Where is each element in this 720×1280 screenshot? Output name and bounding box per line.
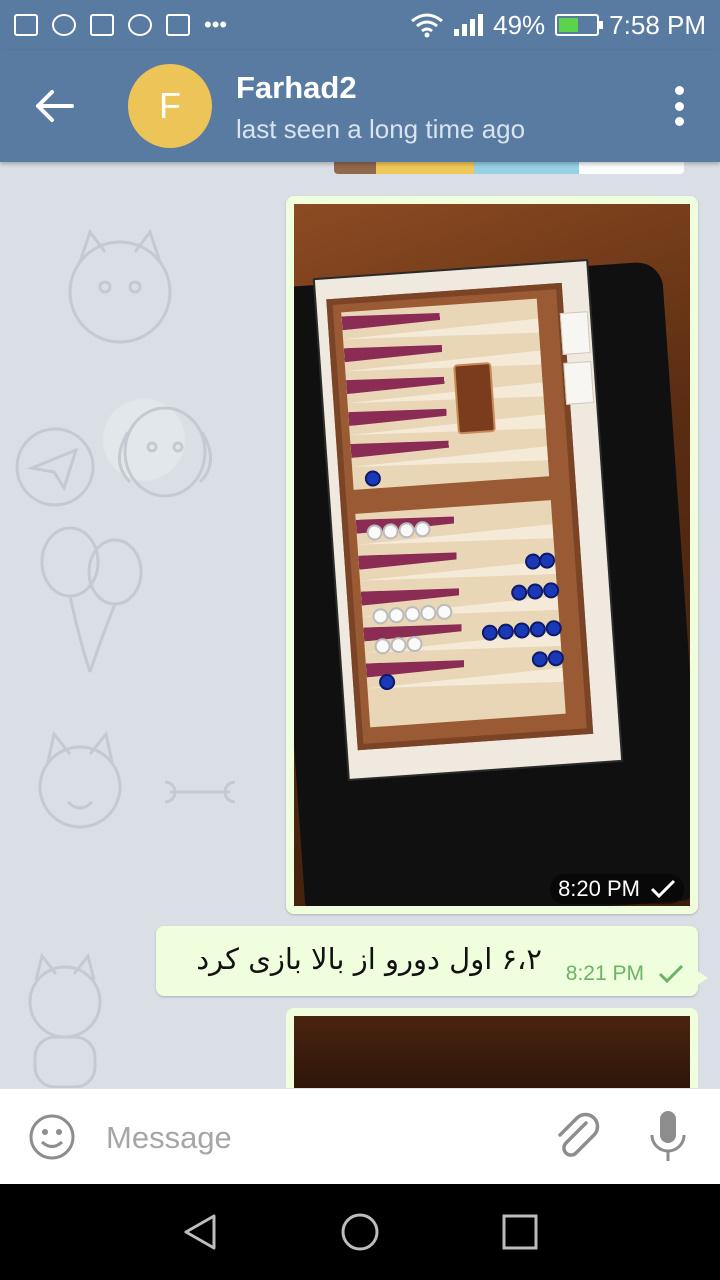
- message-meta: 8:21 PM: [566, 962, 684, 986]
- more-dots-icon: •••: [204, 12, 228, 37]
- checker-blue: [547, 649, 565, 667]
- checker-white: [382, 522, 400, 540]
- game-logo: [453, 362, 496, 435]
- board-top-half: [341, 298, 550, 490]
- message-input-bar: [0, 1088, 720, 1185]
- checker-white: [413, 520, 432, 538]
- previous-image-edge: [334, 162, 684, 174]
- message-time: 8:21 PM: [565, 962, 644, 985]
- smiley-icon: [29, 1114, 75, 1160]
- checker-blue: [364, 469, 382, 488]
- media-icon: [166, 14, 190, 36]
- paperclip-icon: [558, 1112, 600, 1157]
- message-input[interactable]: [104, 1115, 528, 1161]
- arrow-left-icon: [36, 90, 74, 122]
- text-message[interactable]: ۶،۲ اول دورو از بالا بازی کرد 8:21 PM: [156, 926, 708, 996]
- chat-header: F Farhad2 last seen a long time ago: [0, 50, 720, 162]
- nav-recents-button[interactable]: [500, 1212, 540, 1252]
- nav-back-button[interactable]: [180, 1212, 220, 1252]
- save-state-button-in-photo: [559, 311, 591, 355]
- backgammon-photo[interactable]: [294, 204, 690, 906]
- bone-doodle-icon: [164, 780, 236, 804]
- checker-blue: [526, 582, 544, 601]
- menu-dot-icon: [674, 101, 684, 111]
- contact-status: last seen a long time ago: [236, 114, 526, 144]
- gallery-icon: [14, 14, 38, 36]
- contact-name[interactable]: Farhad2: [236, 70, 357, 106]
- avatar-letter: F: [159, 85, 181, 126]
- game-screen: [314, 261, 622, 779]
- photo-timestamp: 8:20 PM: [550, 874, 684, 904]
- cat-doodle-icon: [68, 228, 172, 344]
- menu-dot-icon: [674, 86, 684, 95]
- check-icon: [658, 964, 684, 984]
- photo-thumbnail[interactable]: [294, 1016, 690, 1088]
- cat-doodle-icon: [38, 730, 122, 829]
- dog-doodle-icon: [118, 406, 212, 498]
- status-bar: ••• 49% 7:58 PM: [0, 0, 720, 50]
- photo-time: 8:20 PM: [558, 876, 640, 901]
- circle-home-icon: [341, 1213, 379, 1251]
- checker-blue: [510, 584, 528, 602]
- voice-record-button[interactable]: [646, 1109, 690, 1165]
- cat-doodle-icon: [28, 952, 102, 1088]
- emoji-button[interactable]: [28, 1113, 76, 1161]
- system-nav-bar: [0, 1184, 720, 1280]
- attach-button[interactable]: [552, 1111, 602, 1163]
- wifi-icon: [411, 13, 444, 38]
- microphone-icon: [650, 1111, 686, 1161]
- checker-white: [435, 603, 453, 621]
- signal-icon: [454, 14, 484, 36]
- photo-message[interactable]: [286, 1008, 698, 1088]
- loading-icon: [128, 14, 152, 36]
- paper-plane-doodle-icon: [15, 427, 95, 507]
- load-test-button-in-photo: [563, 361, 595, 405]
- nav-home-button[interactable]: [340, 1212, 380, 1252]
- sync-icon: [52, 14, 76, 36]
- checker-white: [419, 604, 437, 622]
- checker-blue: [378, 673, 396, 691]
- board-bottom-half: [355, 500, 566, 728]
- checker-blue: [531, 650, 549, 668]
- checker-white: [366, 524, 384, 542]
- battery-percent: 49%: [493, 9, 546, 40]
- more-options-button[interactable]: [672, 86, 686, 126]
- battery-charging-icon: [555, 14, 604, 36]
- chat-area[interactable]: 8:20 PM ۶،۲ اول دورو از بالا بازی کرد 8:…: [0, 162, 720, 1088]
- check-icon: [650, 879, 676, 899]
- menu-dot-icon: [674, 117, 684, 126]
- avatar[interactable]: F: [128, 64, 212, 148]
- checker-white: [403, 605, 421, 623]
- backgammon-board: [326, 282, 594, 751]
- triangle-back-icon: [184, 1214, 216, 1250]
- checker-white: [387, 606, 406, 624]
- clock: 7:58 PM: [609, 9, 706, 40]
- balloons-doodle-icon: [40, 526, 143, 673]
- checker-white: [374, 637, 392, 655]
- square-recents-icon: [502, 1214, 538, 1250]
- checker-white: [398, 521, 416, 539]
- photo-message[interactable]: 8:20 PM: [286, 196, 698, 914]
- back-button[interactable]: [32, 86, 76, 126]
- checker-white: [371, 607, 390, 625]
- image-icon: [90, 14, 114, 36]
- message-text: ۶،۲ اول دورو از بالا بازی کرد: [196, 942, 542, 976]
